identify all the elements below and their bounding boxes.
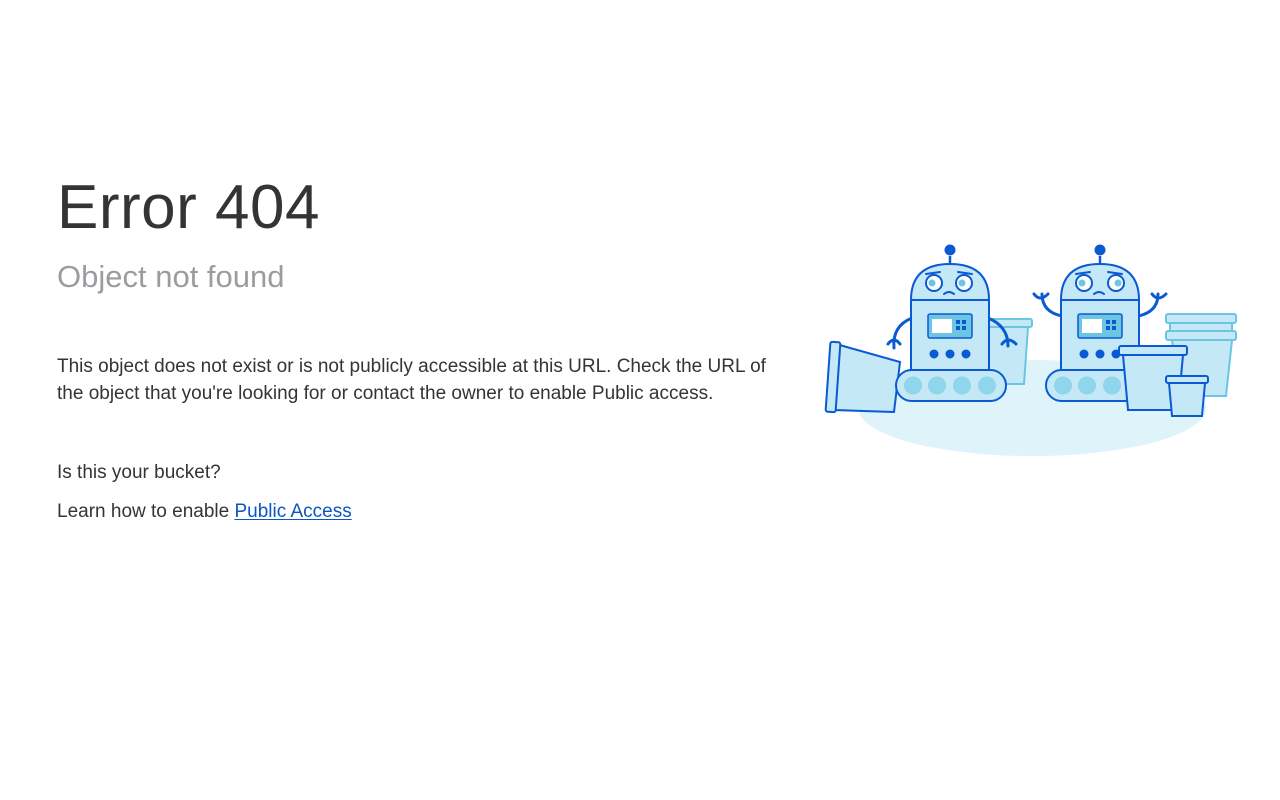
bucket-front-small bbox=[1165, 375, 1209, 417]
bucket-question: Is this your bucket? bbox=[57, 462, 221, 483]
bucket-tipped-left bbox=[824, 340, 902, 414]
error-description: This object does not exist or is not pub… bbox=[57, 356, 766, 404]
error-subtitle: Object not found bbox=[57, 259, 285, 294]
robots-with-buckets-illustration bbox=[824, 244, 1237, 456]
robot-left bbox=[886, 244, 1018, 402]
error-content: Error 404 Object not found This object d… bbox=[57, 172, 787, 525]
error-title: Error 404 bbox=[57, 173, 320, 242]
learn-prefix: Learn how to enable bbox=[57, 501, 235, 522]
learn-line: Learn how to enable Public Access bbox=[57, 499, 787, 525]
public-access-link[interactable]: Public Access bbox=[234, 501, 351, 522]
error-page: Error 404 Object not found This object d… bbox=[0, 0, 1280, 800]
